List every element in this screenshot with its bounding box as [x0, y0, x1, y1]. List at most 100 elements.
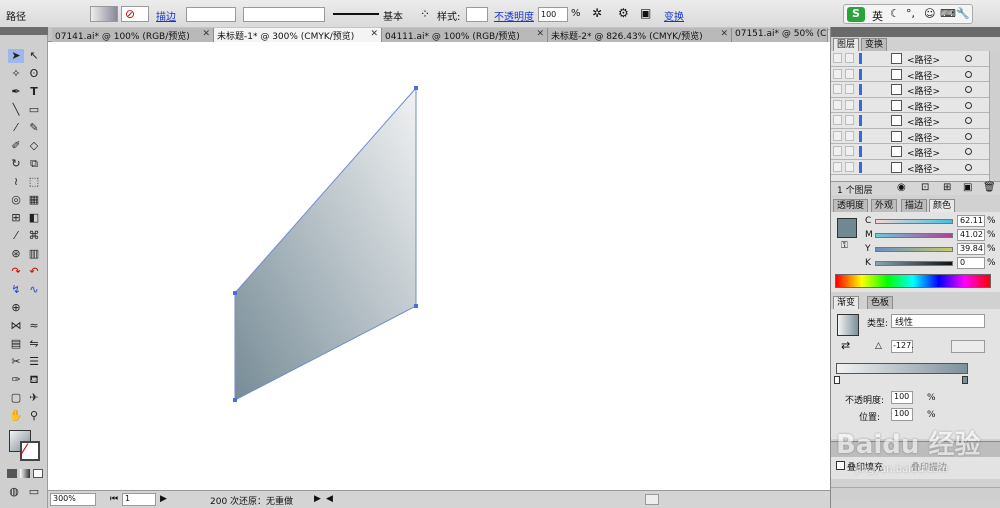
- gradient-type-select[interactable]: 线性: [891, 314, 985, 328]
- anchor-point[interactable]: [233, 291, 237, 295]
- visibility-icon[interactable]: [833, 68, 842, 79]
- gear-icon[interactable]: ⚙: [618, 6, 629, 20]
- visibility-icon[interactable]: [833, 115, 842, 125]
- angle-input[interactable]: -127.: [891, 340, 914, 353]
- lock-icon[interactable]: [845, 115, 854, 125]
- new-sublayer-icon[interactable]: ⊞: [943, 182, 951, 193]
- close-icon[interactable]: ✕: [720, 29, 728, 39]
- list-tool-icon[interactable]: ☰: [26, 355, 42, 369]
- blend-tool-icon[interactable]: ⌘: [26, 229, 42, 243]
- pen-tool-icon[interactable]: ✒: [8, 85, 24, 99]
- custom-tool-green-icon[interactable]: ∿: [26, 283, 42, 297]
- layer-row[interactable]: <路径>: [831, 144, 989, 160]
- channel-value[interactable]: 41.02: [957, 229, 985, 241]
- free-transform-icon[interactable]: ⬚: [26, 175, 42, 189]
- tab-doc-3[interactable]: 04111.ai* @ 100% (RGB/预览) ✕: [382, 28, 548, 42]
- target-icon[interactable]: [965, 163, 972, 171]
- lock-icon[interactable]: [845, 130, 854, 141]
- anchor-point[interactable]: [414, 304, 418, 308]
- symbol-sprayer-icon[interactable]: ⊛: [8, 247, 24, 261]
- tab-color[interactable]: 颜色: [929, 199, 956, 212]
- next-page-icon[interactable]: ▶: [160, 494, 167, 504]
- close-icon[interactable]: ✕: [536, 29, 544, 39]
- crosshair-icon[interactable]: ⊕: [8, 301, 24, 315]
- variable-width-select[interactable]: [243, 7, 325, 22]
- slider-m[interactable]: M 41.02%: [831, 229, 1000, 242]
- fill-swatch[interactable]: [90, 6, 118, 22]
- perspective-grid-icon[interactable]: ▦: [26, 193, 42, 207]
- slice2-icon[interactable]: ✈: [26, 391, 42, 405]
- clip-mask-icon[interactable]: ⊡: [921, 182, 929, 193]
- artboard-canvas[interactable]: [48, 42, 830, 490]
- rectangle-tool-icon[interactable]: ▭: [26, 103, 42, 117]
- type-tool-icon[interactable]: T: [26, 85, 42, 99]
- shape-builder-icon[interactable]: ◎: [8, 193, 24, 207]
- close-icon[interactable]: ✕: [370, 29, 378, 39]
- lasso-icon[interactable]: ʘ: [26, 67, 42, 81]
- stroke-swatch[interactable]: ⊘: [121, 6, 149, 22]
- status-menu-icon[interactable]: ▶: [314, 494, 321, 504]
- gradient-slider[interactable]: [836, 363, 968, 374]
- target-icon[interactable]: [965, 117, 972, 124]
- lock-icon[interactable]: [845, 68, 854, 79]
- gradient-stop-right[interactable]: [962, 376, 968, 384]
- slider-track[interactable]: [875, 247, 953, 252]
- visibility-icon[interactable]: [833, 99, 842, 110]
- layer-row[interactable]: <路径>: [831, 51, 989, 67]
- tab-doc-1[interactable]: 07141.ai* @ 100% (RGB/预览) ✕: [52, 28, 214, 42]
- tab-doc-5[interactable]: 07151.ai* @ 50% (C: [732, 28, 828, 42]
- visibility-icon[interactable]: [833, 161, 842, 172]
- paint-bucket-icon[interactable]: ⛾: [26, 373, 42, 387]
- lock-icon[interactable]: [845, 84, 854, 94]
- layer-row[interactable]: <路径>: [831, 82, 989, 98]
- direct-selection-tool-icon[interactable]: ↖: [26, 49, 42, 63]
- channel-value[interactable]: 62.11: [957, 215, 985, 227]
- anchor-point[interactable]: [233, 398, 237, 402]
- lock-icon[interactable]: [845, 161, 854, 172]
- layer-row[interactable]: <路径>: [831, 97, 989, 113]
- paintbrush-icon[interactable]: ⁄: [8, 121, 24, 135]
- opacity-link[interactable]: 不透明度: [494, 8, 534, 23]
- slider-track[interactable]: [875, 261, 953, 266]
- pencil-icon[interactable]: ✎: [26, 121, 42, 135]
- locate-icon[interactable]: ◉: [897, 182, 906, 193]
- zoom-tool-icon[interactable]: ⚲: [26, 409, 42, 423]
- none-mode-icon[interactable]: [33, 469, 43, 478]
- layer-row[interactable]: <路径>: [831, 159, 989, 175]
- tab-gradient[interactable]: 渐变: [833, 296, 860, 309]
- parallelogram-shape[interactable]: [234, 86, 417, 401]
- target-icon[interactable]: [965, 70, 972, 78]
- target-icon[interactable]: [965, 86, 972, 93]
- reverse-gradient-icon[interactable]: ⇄: [841, 339, 850, 352]
- stop-opacity-input[interactable]: 100: [891, 391, 913, 404]
- tab-doc-2[interactable]: 未标题-1* @ 300% (CMYK/预览) ✕: [214, 28, 382, 42]
- screen-mode-icon[interactable]: ▭: [26, 485, 42, 499]
- hand-tool-icon[interactable]: ✋: [8, 409, 24, 423]
- tab-layers[interactable]: 图层: [833, 38, 860, 51]
- gradient-stop-left[interactable]: [834, 376, 840, 384]
- target-icon[interactable]: [965, 55, 972, 62]
- tab-transparency[interactable]: 透明度: [833, 199, 869, 212]
- column-graph-icon[interactable]: ▥: [26, 247, 42, 261]
- color-mode-icon[interactable]: [7, 469, 17, 478]
- lock-icon[interactable]: [845, 99, 854, 110]
- gradient-mode-icon[interactable]: [20, 469, 30, 478]
- stroke-profile-label[interactable]: 基本: [383, 8, 403, 23]
- slider-c[interactable]: C 62.11%: [831, 215, 1000, 228]
- slider-k[interactable]: K 0%: [831, 257, 1000, 270]
- scissors-icon[interactable]: ✂: [8, 355, 24, 369]
- warp-tool-icon[interactable]: ≀: [8, 175, 24, 189]
- layer-row[interactable]: <路径>: [831, 66, 989, 82]
- tab-stroke[interactable]: 描边: [901, 199, 928, 212]
- punct-icon[interactable]: °,: [906, 7, 915, 20]
- visibility-icon[interactable]: [833, 146, 842, 156]
- layer-row[interactable]: <路径>: [831, 128, 989, 144]
- eyedropper-icon[interactable]: ⁄: [8, 229, 24, 243]
- scroll-left-icon[interactable]: ◀: [326, 494, 333, 504]
- magic-wand-icon[interactable]: ✧: [8, 67, 24, 81]
- stroke-color-swatch[interactable]: ⁄: [20, 440, 40, 461]
- selection-tool-icon[interactable]: ➤: [8, 49, 24, 63]
- zoom-select[interactable]: 300%: [50, 493, 96, 506]
- grid-icon[interactable]: ⁘: [420, 7, 430, 21]
- graphic-style-select[interactable]: [466, 7, 488, 22]
